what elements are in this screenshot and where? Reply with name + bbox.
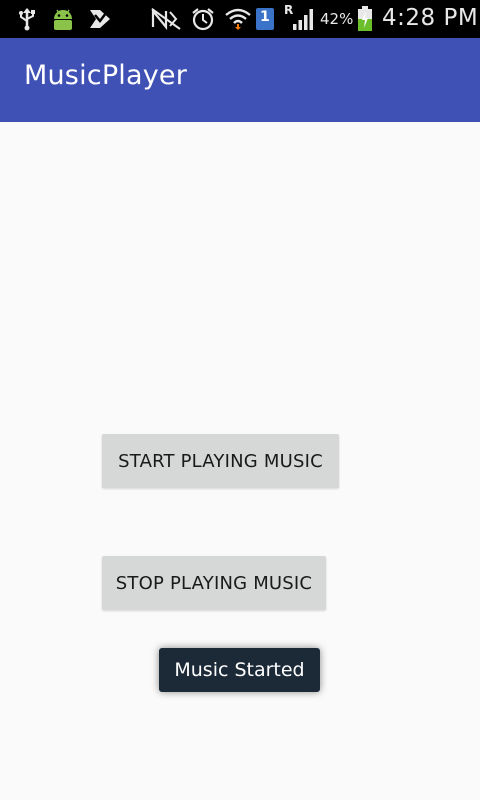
signal-icon (291, 7, 317, 31)
usb-icon (16, 7, 38, 31)
status-bar: 1 R 42% 4:28 PM (0, 0, 480, 38)
toast-message: Music Started (159, 648, 320, 692)
app-title: MusicPlayer (24, 60, 188, 91)
battery-icon (356, 6, 374, 31)
download-icon (88, 7, 112, 31)
android-icon (50, 7, 76, 31)
wifi-icon (224, 7, 252, 31)
app-bar: MusicPlayer (0, 38, 480, 122)
stop-playing-button[interactable]: STOP PLAYING MUSIC (102, 556, 326, 610)
alarm-icon (190, 7, 216, 31)
status-time: 4:28 PM (382, 5, 479, 31)
start-playing-button[interactable]: START PLAYING MUSIC (102, 434, 339, 488)
nfc-icon (150, 7, 182, 31)
sim-number: 1 (260, 9, 270, 25)
battery-percent: 42% (320, 10, 354, 28)
